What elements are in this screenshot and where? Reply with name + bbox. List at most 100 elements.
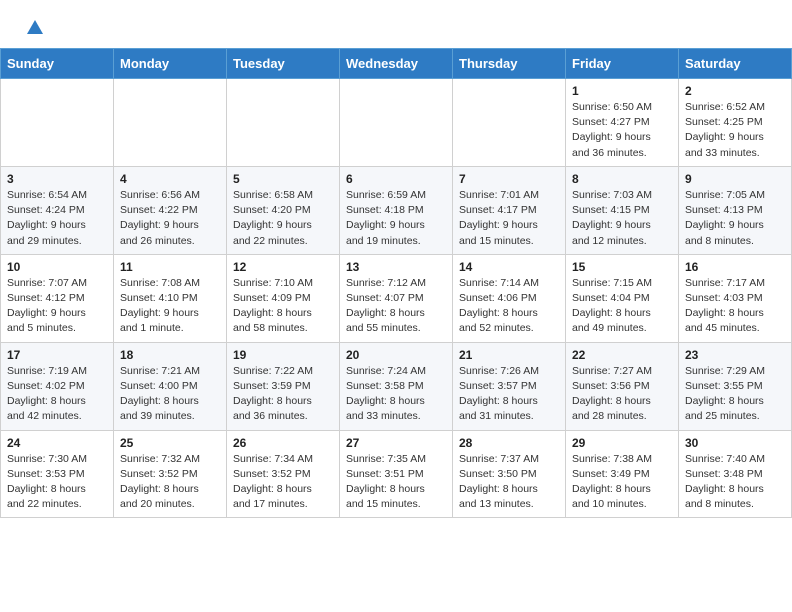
day-info: Sunrise: 6:54 AM Sunset: 4:24 PM Dayligh… <box>7 188 107 249</box>
calendar-cell: 20 Sunrise: 7:24 AM Sunset: 3:58 PM Dayli… <box>340 342 453 430</box>
day-number: 24 <box>7 436 107 450</box>
day-number: 25 <box>120 436 220 450</box>
calendar-cell: 17 Sunrise: 7:19 AM Sunset: 4:02 PM Dayli… <box>1 342 114 430</box>
calendar-cell: 5Sunrise: 6:58 AM Sunset: 4:20 PM Daylig… <box>227 166 340 254</box>
day-number: 12 <box>233 260 333 274</box>
calendar-cell: 1 Sunrise: 6:50 AM Sunset: 4:27 PM Daylig… <box>566 79 679 167</box>
day-number: 15 <box>572 260 672 274</box>
day-number: 29 <box>572 436 672 450</box>
logo <box>24 18 44 36</box>
calendar-cell: 28 Sunrise: 7:37 AM Sunset: 3:50 PM Dayli… <box>453 430 566 518</box>
day-number: 4 <box>120 172 220 186</box>
calendar-cell: 21 Sunrise: 7:26 AM Sunset: 3:57 PM Dayli… <box>453 342 566 430</box>
calendar-cell: 25 Sunrise: 7:32 AM Sunset: 3:52 PM Dayli… <box>114 430 227 518</box>
day-info: Sunrise: 7:22 AM Sunset: 3:59 PM Dayligh… <box>233 364 333 425</box>
calendar-cell: 9 Sunrise: 7:05 AM Sunset: 4:13 PM Daylig… <box>679 166 792 254</box>
day-info: Sunrise: 7:10 AM Sunset: 4:09 PM Dayligh… <box>233 276 333 337</box>
day-info: Sunrise: 7:05 AM Sunset: 4:13 PM Dayligh… <box>685 188 785 249</box>
calendar-cell: 26 Sunrise: 7:34 AM Sunset: 3:52 PM Dayli… <box>227 430 340 518</box>
day-info: Sunrise: 7:40 AM Sunset: 3:48 PM Dayligh… <box>685 452 785 513</box>
day-of-week-header: Sunday <box>1 49 114 79</box>
day-of-week-header: Monday <box>114 49 227 79</box>
day-number: 18 <box>120 348 220 362</box>
calendar-cell: 6 Sunrise: 6:59 AM Sunset: 4:18 PM Daylig… <box>340 166 453 254</box>
day-info: Sunrise: 6:56 AM Sunset: 4:22 PM Dayligh… <box>120 188 220 249</box>
calendar-cell: 30 Sunrise: 7:40 AM Sunset: 3:48 PM Dayli… <box>679 430 792 518</box>
calendar-cell <box>1 79 114 167</box>
calendar-cell: 24 Sunrise: 7:30 AM Sunset: 3:53 PM Dayli… <box>1 430 114 518</box>
day-info: Sunrise: 7:07 AM Sunset: 4:12 PM Dayligh… <box>7 276 107 337</box>
calendar-cell: 29 Sunrise: 7:38 AM Sunset: 3:49 PM Dayli… <box>566 430 679 518</box>
calendar-table: SundayMondayTuesdayWednesdayThursdayFrid… <box>0 48 792 518</box>
calendar-cell: 18Sunrise: 7:21 AM Sunset: 4:00 PM Dayli… <box>114 342 227 430</box>
calendar-cell: 22 Sunrise: 7:27 AM Sunset: 3:56 PM Dayli… <box>566 342 679 430</box>
calendar-cell: 12 Sunrise: 7:10 AM Sunset: 4:09 PM Dayli… <box>227 254 340 342</box>
calendar-cell: 3 Sunrise: 6:54 AM Sunset: 4:24 PM Daylig… <box>1 166 114 254</box>
calendar-cell <box>227 79 340 167</box>
calendar-cell: 10 Sunrise: 7:07 AM Sunset: 4:12 PM Dayli… <box>1 254 114 342</box>
calendar-cell: 15 Sunrise: 7:15 AM Sunset: 4:04 PM Dayli… <box>566 254 679 342</box>
day-number: 1 <box>572 84 672 98</box>
calendar-cell <box>453 79 566 167</box>
day-info: Sunrise: 7:38 AM Sunset: 3:49 PM Dayligh… <box>572 452 672 513</box>
day-number: 13 <box>346 260 446 274</box>
calendar-header-row: SundayMondayTuesdayWednesdayThursdayFrid… <box>1 49 792 79</box>
calendar-cell: 8 Sunrise: 7:03 AM Sunset: 4:15 PM Daylig… <box>566 166 679 254</box>
logo-icon <box>26 18 44 36</box>
calendar-cell: 23 Sunrise: 7:29 AM Sunset: 3:55 PM Dayli… <box>679 342 792 430</box>
day-number: 3 <box>7 172 107 186</box>
day-number: 28 <box>459 436 559 450</box>
calendar-cell <box>340 79 453 167</box>
day-info: Sunrise: 7:26 AM Sunset: 3:57 PM Dayligh… <box>459 364 559 425</box>
day-info: Sunrise: 6:52 AM Sunset: 4:25 PM Dayligh… <box>685 100 785 161</box>
day-number: 30 <box>685 436 785 450</box>
day-number: 17 <box>7 348 107 362</box>
calendar-week-row: 10 Sunrise: 7:07 AM Sunset: 4:12 PM Dayli… <box>1 254 792 342</box>
calendar-cell: 7Sunrise: 7:01 AM Sunset: 4:17 PM Daylig… <box>453 166 566 254</box>
day-info: Sunrise: 7:37 AM Sunset: 3:50 PM Dayligh… <box>459 452 559 513</box>
day-info: Sunrise: 7:29 AM Sunset: 3:55 PM Dayligh… <box>685 364 785 425</box>
day-info: Sunrise: 7:15 AM Sunset: 4:04 PM Dayligh… <box>572 276 672 337</box>
day-info: Sunrise: 6:50 AM Sunset: 4:27 PM Dayligh… <box>572 100 672 161</box>
day-of-week-header: Thursday <box>453 49 566 79</box>
day-number: 19 <box>233 348 333 362</box>
calendar-cell: 27 Sunrise: 7:35 AM Sunset: 3:51 PM Dayli… <box>340 430 453 518</box>
day-number: 27 <box>346 436 446 450</box>
calendar-cell: 13Sunrise: 7:12 AM Sunset: 4:07 PM Dayli… <box>340 254 453 342</box>
day-info: Sunrise: 7:30 AM Sunset: 3:53 PM Dayligh… <box>7 452 107 513</box>
calendar-cell: 4 Sunrise: 6:56 AM Sunset: 4:22 PM Daylig… <box>114 166 227 254</box>
day-info: Sunrise: 7:27 AM Sunset: 3:56 PM Dayligh… <box>572 364 672 425</box>
day-info: Sunrise: 7:24 AM Sunset: 3:58 PM Dayligh… <box>346 364 446 425</box>
day-number: 8 <box>572 172 672 186</box>
day-info: Sunrise: 7:01 AM Sunset: 4:17 PM Dayligh… <box>459 188 559 249</box>
day-number: 2 <box>685 84 785 98</box>
calendar-cell: 19 Sunrise: 7:22 AM Sunset: 3:59 PM Dayli… <box>227 342 340 430</box>
day-info: Sunrise: 7:03 AM Sunset: 4:15 PM Dayligh… <box>572 188 672 249</box>
day-number: 9 <box>685 172 785 186</box>
day-info: Sunrise: 7:08 AM Sunset: 4:10 PM Dayligh… <box>120 276 220 337</box>
day-of-week-header: Tuesday <box>227 49 340 79</box>
day-info: Sunrise: 7:19 AM Sunset: 4:02 PM Dayligh… <box>7 364 107 425</box>
calendar-week-row: 1 Sunrise: 6:50 AM Sunset: 4:27 PM Daylig… <box>1 79 792 167</box>
calendar-cell: 16Sunrise: 7:17 AM Sunset: 4:03 PM Dayli… <box>679 254 792 342</box>
calendar-cell <box>114 79 227 167</box>
day-info: Sunrise: 7:34 AM Sunset: 3:52 PM Dayligh… <box>233 452 333 513</box>
day-number: 6 <box>346 172 446 186</box>
calendar-week-row: 24 Sunrise: 7:30 AM Sunset: 3:53 PM Dayli… <box>1 430 792 518</box>
day-number: 5 <box>233 172 333 186</box>
day-number: 22 <box>572 348 672 362</box>
calendar-cell: 14Sunrise: 7:14 AM Sunset: 4:06 PM Dayli… <box>453 254 566 342</box>
day-info: Sunrise: 6:59 AM Sunset: 4:18 PM Dayligh… <box>346 188 446 249</box>
day-number: 21 <box>459 348 559 362</box>
day-info: Sunrise: 7:17 AM Sunset: 4:03 PM Dayligh… <box>685 276 785 337</box>
day-number: 10 <box>7 260 107 274</box>
page-header <box>0 0 792 44</box>
calendar-cell: 2 Sunrise: 6:52 AM Sunset: 4:25 PM Daylig… <box>679 79 792 167</box>
day-number: 26 <box>233 436 333 450</box>
day-number: 20 <box>346 348 446 362</box>
day-number: 11 <box>120 260 220 274</box>
day-number: 23 <box>685 348 785 362</box>
day-info: Sunrise: 7:32 AM Sunset: 3:52 PM Dayligh… <box>120 452 220 513</box>
day-info: Sunrise: 7:35 AM Sunset: 3:51 PM Dayligh… <box>346 452 446 513</box>
day-info: Sunrise: 7:14 AM Sunset: 4:06 PM Dayligh… <box>459 276 559 337</box>
